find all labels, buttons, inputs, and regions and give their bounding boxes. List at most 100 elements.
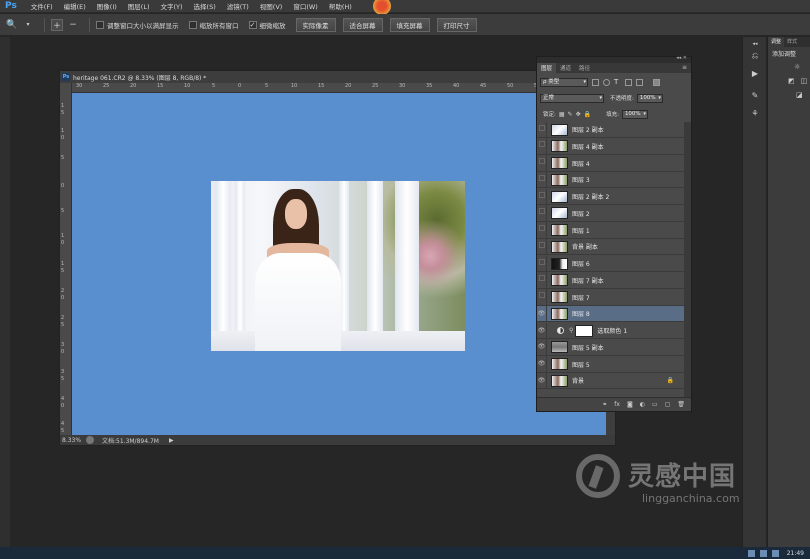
layer-thumbnail[interactable] — [551, 190, 568, 203]
layers-scrollbar[interactable] — [684, 122, 691, 397]
menu-select[interactable]: 选择(S) — [194, 1, 216, 11]
link-layers-icon[interactable]: ⚭ — [602, 401, 607, 408]
exposure-icon[interactable]: ◫ — [801, 77, 808, 85]
blend-mode-select[interactable]: 正常 — [540, 93, 604, 103]
menu-type[interactable]: 文字(Y) — [161, 1, 183, 11]
type-filter-icon[interactable]: T — [614, 78, 618, 86]
smart-object-filter-icon[interactable] — [636, 78, 644, 86]
visibility-box[interactable] — [538, 258, 545, 265]
tab-layers[interactable]: 图层 — [537, 63, 557, 73]
menu-view[interactable]: 视图(V) — [260, 1, 283, 11]
layer-thumbnail[interactable] — [551, 307, 568, 320]
visibility-box[interactable] — [538, 141, 545, 148]
color-balance-icon[interactable]: ◪ — [796, 91, 803, 99]
layer-mask-thumbnail[interactable] — [575, 324, 594, 337]
layer-row[interactable]: 背景 副本 — [537, 238, 684, 256]
visibility-box[interactable] — [538, 174, 545, 181]
panel-menu-icon[interactable]: ≡ — [682, 64, 687, 71]
checkbox-box[interactable] — [188, 20, 197, 29]
document-tab[interactable]: Ps heritage 061.CR2 @ 8.33% (图层 8, RGB/8… — [60, 71, 615, 83]
layer-thumbnail[interactable] — [551, 123, 568, 136]
lock-all-icon[interactable]: 🔒 — [584, 111, 591, 118]
adjustment-filter-icon[interactable] — [603, 78, 610, 86]
status-menu-arrow-icon[interactable]: ▶ — [169, 437, 174, 444]
play-actions-icon[interactable]: ▶ — [750, 69, 760, 79]
pixel-filter-icon[interactable] — [592, 78, 599, 86]
layer-thumbnail[interactable] — [551, 358, 568, 370]
collapse-icon[interactable]: ◂◂ ✕ — [676, 55, 687, 61]
tool-preset-chevron-icon[interactable]: ▾ — [22, 19, 34, 31]
tab-channels[interactable]: 通道 — [556, 63, 575, 73]
visibility-box[interactable] — [538, 191, 545, 198]
clone-source-icon[interactable]: ⚘ — [750, 109, 760, 119]
visibility-off-icon[interactable] — [537, 272, 547, 289]
visibility-off-icon[interactable] — [537, 138, 547, 155]
layer-row[interactable]: 图层 4 副本 — [537, 138, 684, 155]
new-group-icon[interactable]: ▭ — [652, 401, 658, 408]
visibility-off-icon[interactable] — [537, 205, 547, 222]
layer-thumbnail[interactable] — [551, 224, 568, 236]
zoom-all-windows-checkbox[interactable]: 缩放所有窗口 — [188, 20, 239, 30]
layer-thumbnail[interactable] — [551, 274, 568, 287]
visibility-eye-icon[interactable]: 👁 — [537, 305, 547, 322]
dock-grip-icon[interactable]: ◂◂ — [750, 39, 760, 49]
curves-icon[interactable]: ◩ — [788, 77, 795, 85]
filter-type-select[interactable]: ρ 类型 — [540, 77, 588, 87]
mask-link-icon[interactable]: ⚲ — [569, 327, 573, 334]
menu-help[interactable]: 帮助(H) — [329, 1, 352, 11]
zoom-tool-icon[interactable]: 🔍 — [6, 19, 18, 31]
tray-icon[interactable] — [747, 549, 755, 557]
layer-row[interactable]: 👁 图层 5 副本 — [537, 339, 684, 356]
actual-pixels-button[interactable]: 实际像素 — [295, 17, 336, 32]
tab-adjustments[interactable]: 调整 — [768, 37, 785, 47]
checkbox-box[interactable] — [96, 20, 104, 29]
menu-image[interactable]: 图像(I) — [97, 1, 117, 11]
layer-row[interactable]: 图层 1 — [537, 222, 684, 239]
visibility-box[interactable] — [538, 241, 545, 248]
menu-file[interactable]: 文件(F) — [31, 1, 53, 11]
history-icon[interactable]: ⎌ — [750, 51, 760, 61]
layer-row[interactable]: 图层 2 副本 — [537, 121, 684, 138]
brush-icon[interactable]: ✎ — [750, 91, 760, 101]
resize-windows-checkbox[interactable]: 调整窗口大小以满屏显示 — [96, 20, 179, 30]
ruler-horizontal[interactable]: 30 25 20 15 10 5 0 5 10 15 20 25 30 35 4… — [72, 83, 615, 93]
zoom-out-icon[interactable]: − — [67, 19, 79, 31]
lock-brush-icon[interactable]: ✎ — [568, 111, 573, 118]
visibility-off-icon[interactable] — [537, 238, 547, 255]
layer-row[interactable]: 图层 7 副本 — [537, 272, 684, 289]
checkbox-box-checked[interactable]: ✓ — [248, 20, 257, 29]
layer-row[interactable]: 👁 图层 5 — [537, 356, 684, 373]
layer-thumbnail[interactable] — [551, 291, 568, 303]
print-size-button[interactable]: 打印尺寸 — [436, 17, 477, 32]
layer-thumbnail[interactable] — [551, 240, 568, 253]
layer-thumbnail[interactable] — [551, 173, 568, 186]
visibility-box[interactable] — [538, 158, 545, 164]
layer-thumbnail[interactable] — [551, 341, 568, 354]
delete-layer-icon[interactable]: 🗑 — [677, 401, 685, 408]
lock-move-icon[interactable]: ✥ — [576, 111, 581, 118]
tray-icon[interactable] — [759, 549, 767, 557]
layer-row[interactable]: 图层 2 — [537, 205, 684, 222]
menu-window[interactable]: 窗口(W) — [293, 1, 318, 11]
layer-thumbnail[interactable] — [551, 374, 568, 387]
layer-style-icon[interactable]: fx — [614, 401, 620, 408]
layer-row[interactable]: 👁 背景 🔒 — [537, 372, 684, 390]
visibility-off-icon[interactable] — [537, 222, 547, 238]
new-layer-icon[interactable]: ▢ — [665, 401, 671, 408]
menu-edit[interactable]: 编辑(E) — [64, 1, 86, 11]
brightness-icon[interactable]: ☼ — [794, 63, 800, 71]
layer-row[interactable]: 图层 7 — [537, 289, 684, 306]
layer-row[interactable]: 图层 6 — [537, 255, 684, 272]
visibility-off-icon[interactable] — [537, 171, 547, 188]
zoom-level[interactable]: 8.33% — [62, 437, 86, 444]
opacity-input[interactable]: 100% — [636, 93, 663, 103]
visibility-eye-icon[interactable]: 👁 — [537, 322, 547, 339]
visibility-box[interactable] — [538, 225, 545, 231]
info-icon[interactable] — [86, 436, 94, 444]
new-adjustment-icon[interactable]: ◐ — [640, 401, 645, 408]
layer-row[interactable]: 👁 ⚲ 选取颜色 1 — [537, 322, 684, 339]
add-mask-icon[interactable]: ◙ — [627, 401, 633, 408]
menu-layer[interactable]: 图层(L) — [128, 1, 150, 11]
visibility-eye-icon[interactable]: 👁 — [537, 372, 547, 389]
layer-row[interactable]: 图层 4 — [537, 155, 684, 172]
